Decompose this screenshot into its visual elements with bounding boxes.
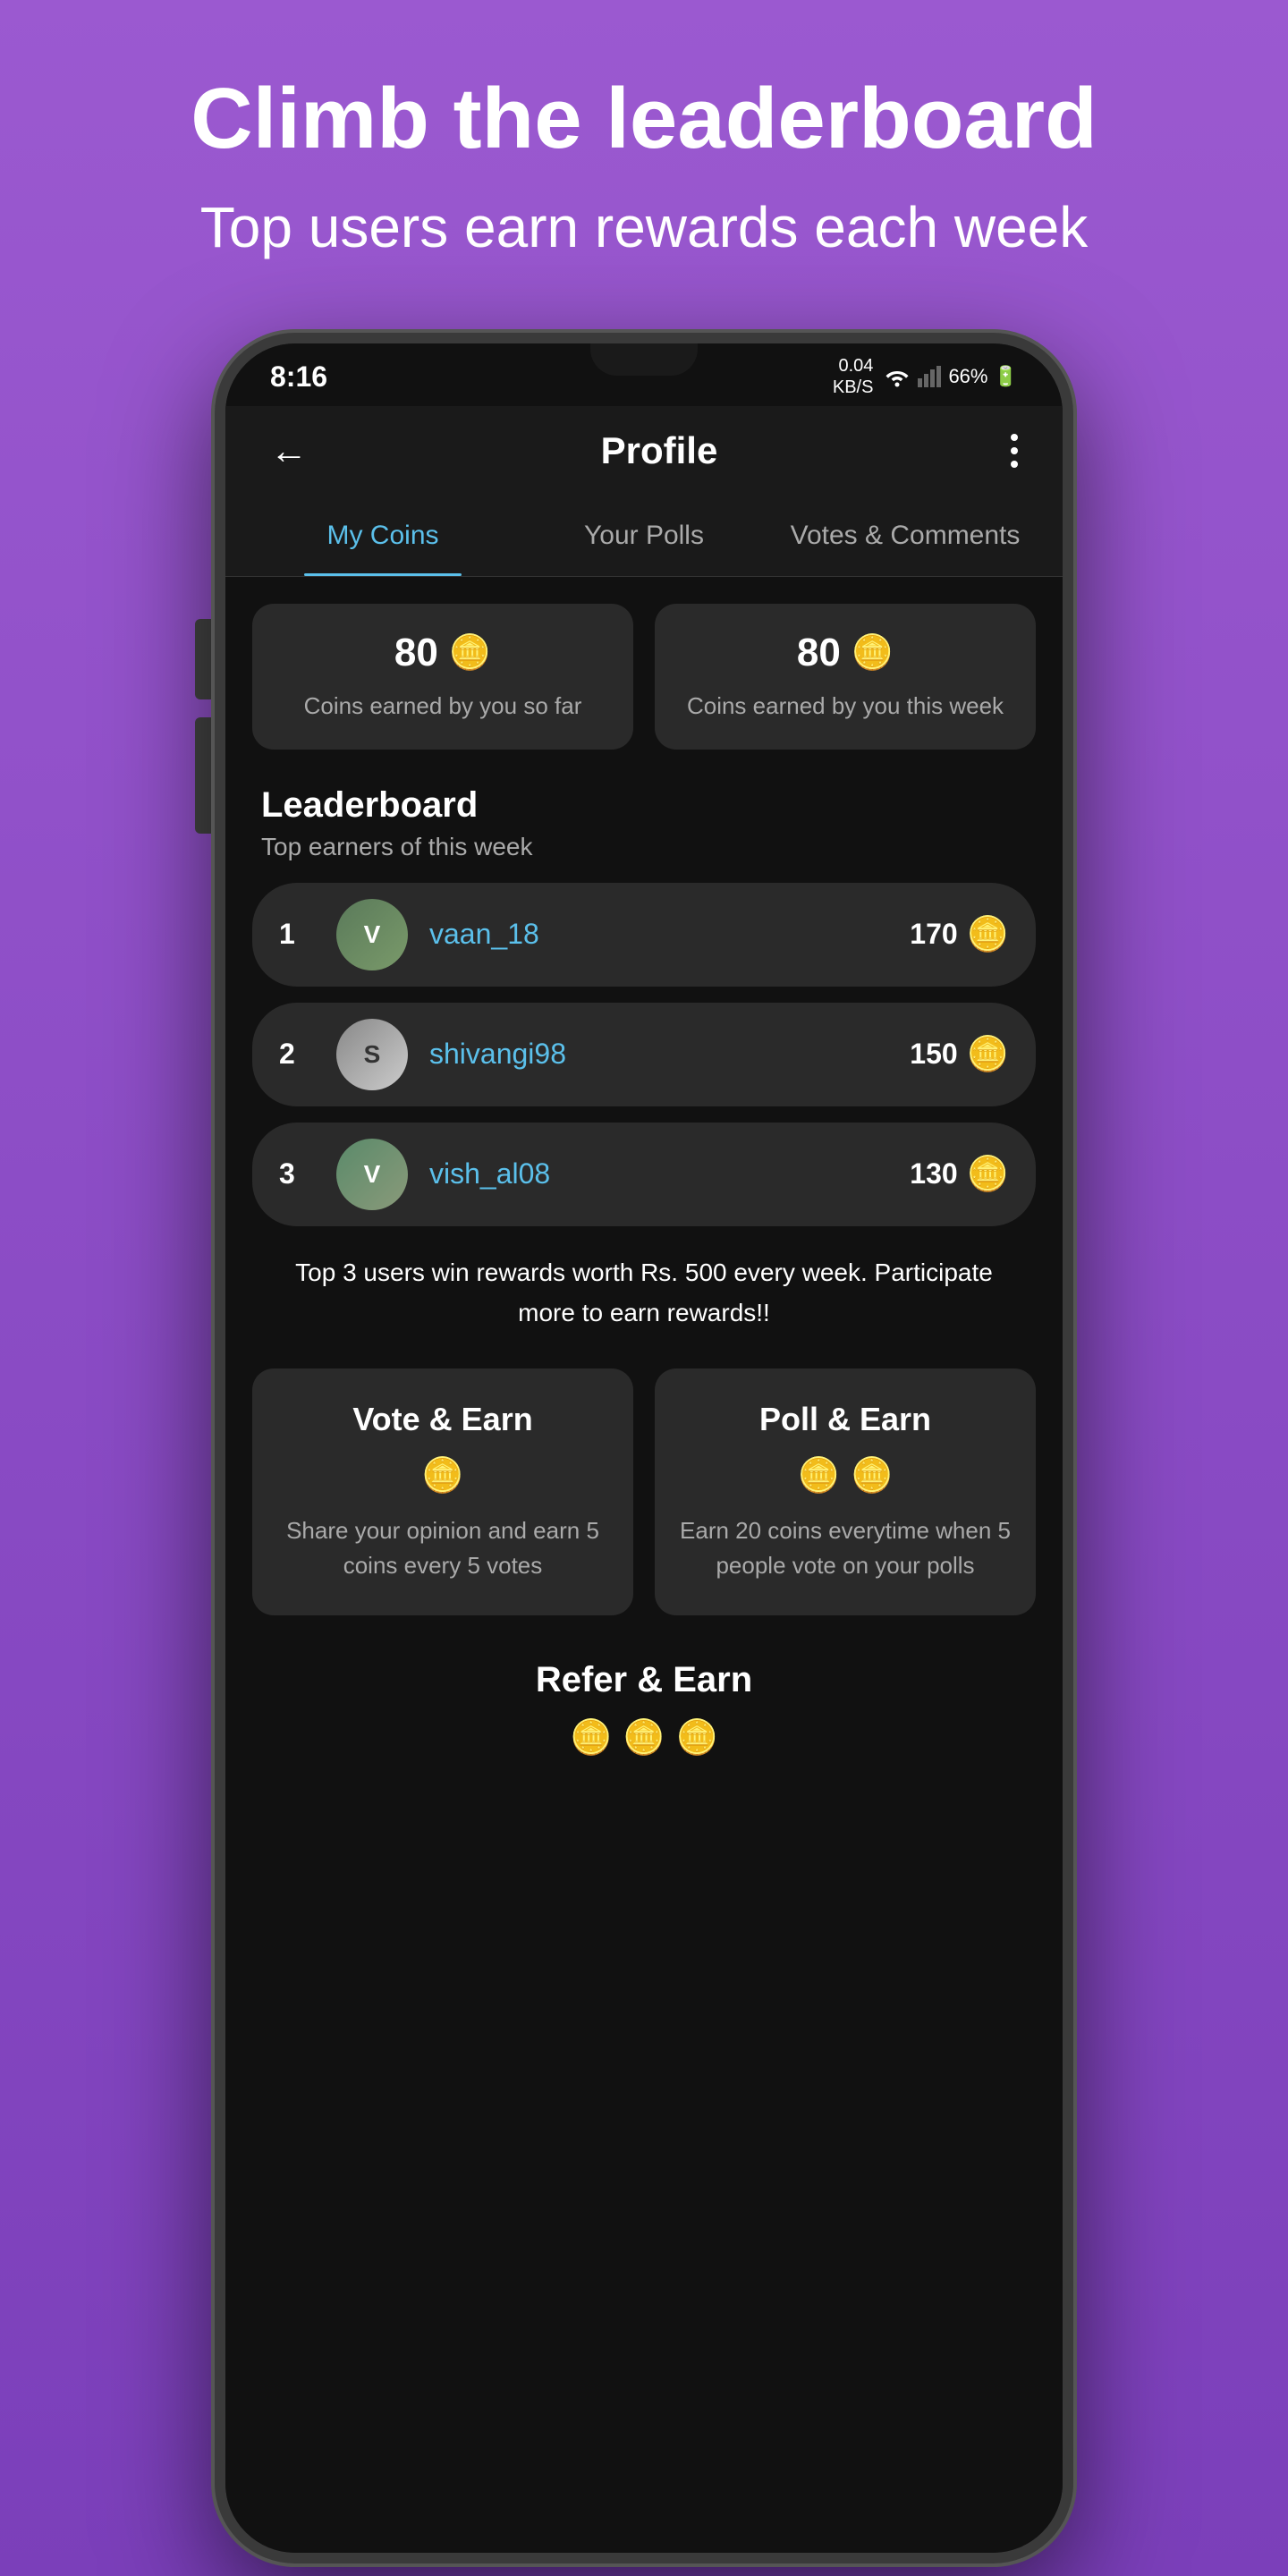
username-vaan18[interactable]: vaan_18: [429, 918, 888, 951]
back-button[interactable]: ←: [270, 429, 308, 472]
leaderboard-subtitle: Top earners of this week: [225, 833, 1063, 883]
score-row-2: 150 🪙: [910, 1035, 1009, 1074]
username-vishal08[interactable]: vish_al08: [429, 1157, 888, 1191]
dot3: [1011, 461, 1018, 468]
hero-section: Climb the leaderboard Top users earn rew…: [0, 0, 1288, 315]
dot1: [1011, 434, 1018, 441]
phone-notch: [590, 343, 698, 376]
score-row-3: 130 🪙: [910, 1155, 1009, 1194]
weekly-coins-amount-row: 80 🪙: [682, 631, 1009, 675]
weekly-coins-label: Coins earned by you this week: [682, 690, 1009, 722]
dot2: [1011, 447, 1018, 454]
leaderboard-row-1: 1 V vaan_18 170 🪙: [252, 883, 1036, 987]
avatar-vaan18: V: [336, 899, 408, 970]
data-speed: 0.04 KB/S: [833, 355, 874, 398]
signal-icon: [918, 366, 941, 387]
weekly-coins-value: 80: [797, 631, 841, 675]
status-right: 0.04 KB/S: [833, 355, 1018, 398]
coin-icon-3: 🪙: [967, 1155, 1009, 1194]
hero-subtitle: Top users earn rewards each week: [54, 193, 1234, 262]
poll-coin-icon-1: 🪙: [798, 1456, 840, 1496]
score-vaan18: 170: [910, 918, 957, 951]
vote-coin-icon: 🪙: [421, 1456, 463, 1496]
tab-votes-comments[interactable]: Votes & Comments: [775, 496, 1036, 576]
status-time: 8:16: [270, 360, 327, 394]
leaderboard-row-3: 3 V vish_al08 130 🪙: [252, 1123, 1036, 1226]
score-shivangi98: 150: [910, 1038, 957, 1071]
vote-earn-title: Vote & Earn: [274, 1401, 612, 1438]
reward-info: Top 3 users win rewards worth Rs. 500 ev…: [225, 1226, 1063, 1360]
refer-coins-row: 🪙 🪙 🪙: [252, 1718, 1036, 1758]
refer-coin-icon-2: 🪙: [623, 1718, 665, 1758]
tab-my-coins[interactable]: My Coins: [252, 496, 513, 576]
volume-up-button: [195, 619, 211, 699]
vote-earn-description: Share your opinion and earn 5 coins ever…: [274, 1513, 612, 1583]
wifi-icon: [884, 366, 911, 387]
refer-earn-section: Refer & Earn 🪙 🪙 🪙: [225, 1642, 1063, 1793]
poll-earn-title: Poll & Earn: [676, 1401, 1014, 1438]
leaderboard-title: Leaderboard: [225, 776, 1063, 833]
tabs-container: My Coins Your Polls Votes & Comments: [225, 496, 1063, 577]
vote-earn-card: Vote & Earn 🪙 Share your opinion and ear…: [252, 1368, 633, 1615]
total-coins-amount-row: 80 🪙: [279, 631, 606, 675]
poll-coin-icon-2: 🪙: [851, 1456, 893, 1496]
poll-earn-card: Poll & Earn 🪙 🪙 Earn 20 coins everytime …: [655, 1368, 1036, 1615]
earn-grid: Vote & Earn 🪙 Share your opinion and ear…: [225, 1360, 1063, 1642]
status-icons: 66% 🔋: [884, 365, 1018, 388]
coins-grid: 80 🪙 Coins earned by you so far 80 🪙 Coi…: [225, 577, 1063, 775]
weekly-coins-card: 80 🪙 Coins earned by you this week: [655, 604, 1036, 749]
refer-coin-icon-1: 🪙: [570, 1718, 612, 1758]
hero-title: Climb the leaderboard: [54, 72, 1234, 166]
refer-coin-icon-3: 🪙: [676, 1718, 718, 1758]
more-options-button[interactable]: [1011, 434, 1018, 468]
coin-icon-1: 🪙: [967, 915, 1009, 954]
left-side-buttons: [195, 619, 211, 834]
refer-earn-title: Refer & Earn: [252, 1660, 1036, 1700]
rank-2: 2: [279, 1038, 315, 1071]
phone-frame: 8:16 0.04 KB/S: [215, 333, 1073, 2563]
score-row-1: 170 🪙: [910, 915, 1009, 954]
battery-indicator: 66% 🔋: [948, 365, 1018, 388]
tab-your-polls[interactable]: Your Polls: [513, 496, 775, 576]
weekly-coins-icon: 🪙: [852, 633, 894, 673]
poll-earn-description: Earn 20 coins everytime when 5 people vo…: [676, 1513, 1014, 1583]
rank-1: 1: [279, 918, 315, 951]
leaderboard-row-2: 2 S shivangi98 150 🪙: [252, 1003, 1036, 1106]
poll-earn-coins: 🪙 🪙: [676, 1456, 1014, 1496]
total-coins-card: 80 🪙 Coins earned by you so far: [252, 604, 633, 749]
username-shivangi98[interactable]: shivangi98: [429, 1038, 888, 1071]
phone-wrapper: 8:16 0.04 KB/S: [215, 333, 1073, 2563]
avatar-vishal08: V: [336, 1139, 408, 1210]
vote-earn-coins: 🪙: [274, 1456, 612, 1496]
leaderboard-container: 1 V vaan_18 170 🪙 2 S shivangi98 150 🪙: [225, 883, 1063, 1226]
avatar-shivangi98: S: [336, 1019, 408, 1090]
total-coins-value: 80: [394, 631, 438, 675]
total-coins-label: Coins earned by you so far: [279, 690, 606, 722]
app-content: ← Profile My Coins Your Polls Votes: [225, 406, 1063, 2553]
app-header: ← Profile: [225, 406, 1063, 496]
coin-icon-2: 🪙: [967, 1035, 1009, 1074]
volume-down-button: [195, 717, 211, 834]
total-coins-icon: 🪙: [449, 633, 491, 673]
rank-3: 3: [279, 1157, 315, 1191]
score-vishal08: 130: [910, 1157, 957, 1191]
page-title: Profile: [601, 429, 718, 472]
